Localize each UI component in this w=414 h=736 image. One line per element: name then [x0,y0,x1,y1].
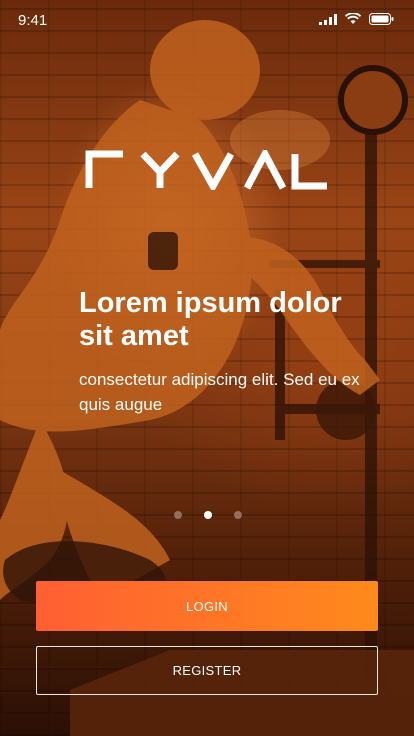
status-icons [319,13,394,25]
page-dot-2[interactable] [204,511,212,519]
wifi-icon [345,13,361,24]
battery-icon [369,13,394,25]
page-dot-3[interactable] [234,511,242,519]
status-bar: 9:41 [0,0,414,40]
hero-headline: Lorem ipsum dolor sit amet [79,287,342,352]
page-dot-1[interactable] [174,511,182,519]
ryval-logo [85,150,327,190]
signal-icon [319,13,337,25]
login-button[interactable]: LOGIN [36,581,378,631]
onboarding-screen: 9:41 Lorem ipsum dolor sit amet consecte… [0,0,414,736]
status-time: 9:41 [18,12,48,29]
hero-subtitle: consectetur adipiscing elit. Sed eu ex q… [79,370,360,414]
register-button[interactable]: REGISTER [36,646,378,695]
carousel-indicator [174,511,242,519]
